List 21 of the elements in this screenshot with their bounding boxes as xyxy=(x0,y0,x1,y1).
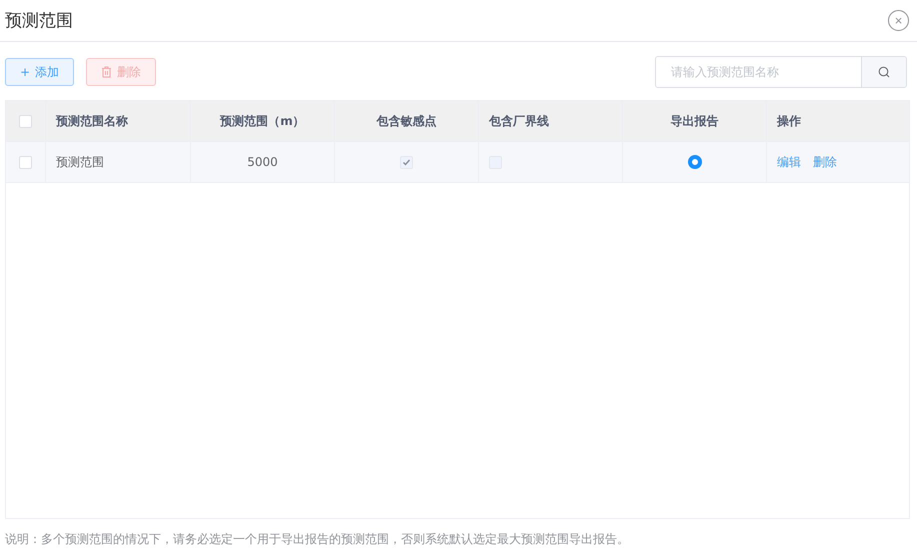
checkbox[interactable] xyxy=(19,156,32,168)
radio-button[interactable] xyxy=(688,155,702,169)
search-button[interactable] xyxy=(861,57,906,87)
close-button[interactable]: × xyxy=(888,10,909,31)
search-field[interactable]: 请输入预测范围名称 xyxy=(655,56,907,88)
column-header: 包含敏感点 xyxy=(376,112,436,130)
column-header: 导出报告 xyxy=(670,112,718,130)
checkbox[interactable] xyxy=(19,114,32,128)
add-button[interactable]: + 添加 xyxy=(5,58,74,86)
column-header: 预测范围（m） xyxy=(220,112,305,130)
column-header: 预测范围名称 xyxy=(56,112,128,130)
table-cell: 预测范围 xyxy=(56,154,104,170)
column-header: 操作 xyxy=(777,112,801,130)
dialog-title: 预测范围 xyxy=(5,10,73,32)
search-icon xyxy=(878,66,890,78)
table-cell: 5000 xyxy=(247,155,278,169)
action-link[interactable]: 删除 xyxy=(813,154,837,170)
note-text: 说明：多个预测范围的情况下，请务必选定一个用于导出报告的预测范围，否则系统默认选定最大预测范围导出报告。 xyxy=(5,531,630,548)
column-header: 包含厂界线 xyxy=(489,112,549,130)
action-link[interactable]: 编辑 xyxy=(777,154,801,170)
trash-icon xyxy=(101,66,112,78)
